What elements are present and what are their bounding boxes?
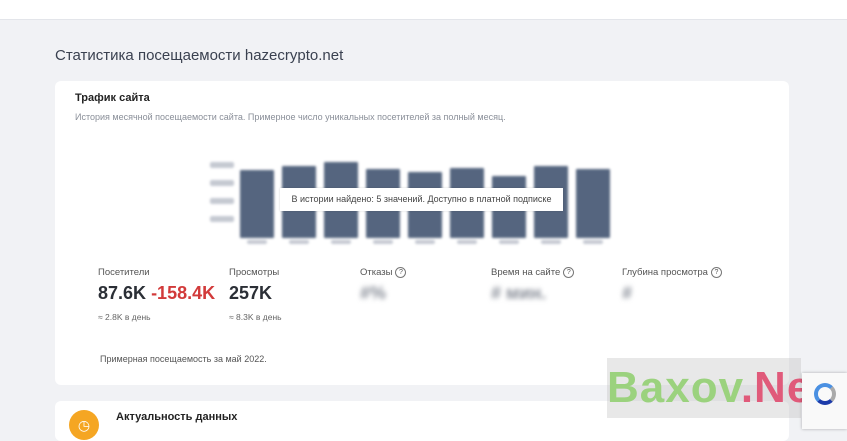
metric-visitors: Посетители 87.6K -158.4K ≈ 2.8K в день — [98, 267, 215, 322]
x-tick — [541, 240, 561, 244]
y-tick — [210, 180, 234, 186]
y-tick — [210, 198, 234, 204]
recaptcha-icon — [814, 383, 836, 405]
chart-bar — [576, 169, 610, 238]
page-title: Статистика посещаемости hazecrypto.net — [55, 47, 344, 64]
card-description: История месячной посещаемости сайта. При… — [75, 112, 506, 122]
visitors-delta: -158.4K — [151, 283, 216, 303]
y-tick — [210, 216, 234, 222]
top-bar — [0, 0, 847, 20]
metric-bounce: Отказы ? #% — [360, 267, 407, 304]
depth-value: # — [622, 283, 633, 303]
bounce-value: #% — [360, 283, 387, 303]
footnote: Примерная посещаемость за май 2022. — [100, 354, 267, 364]
x-tick — [373, 240, 393, 244]
metric-label: Глубина просмотра — [622, 267, 708, 278]
metric-views: Просмотры 257K ≈ 8.3K в день — [229, 267, 282, 322]
help-icon[interactable]: ? — [563, 267, 575, 278]
help-icon[interactable]: ? — [395, 267, 407, 278]
x-tick — [457, 240, 477, 244]
metric-value: 87.6K -158.4K — [98, 283, 215, 304]
paywall-tooltip: В истории найдено: 5 значений. Доступно … — [280, 188, 563, 211]
views-value: 257K — [229, 283, 273, 303]
clock-icon: ◷ — [69, 410, 99, 440]
card-title: Актуальность данных — [116, 411, 238, 423]
y-tick — [210, 162, 234, 168]
x-tick — [331, 240, 351, 244]
x-tick — [247, 240, 267, 244]
x-tick — [289, 240, 309, 244]
metric-depth: Глубина просмотра ? # — [622, 267, 722, 304]
x-tick — [415, 240, 435, 244]
metric-time: Время на сайте ? # мин. — [491, 267, 575, 304]
x-tick — [499, 240, 519, 244]
metric-label: Посетители — [98, 267, 150, 278]
metric-label: Просмотры — [229, 267, 280, 278]
metric-sub: ≈ 2.8K в день — [98, 312, 151, 322]
card-title: Трафик сайта — [75, 92, 150, 104]
traffic-card: Трафик сайта История месячной посещаемос… — [55, 81, 789, 385]
help-icon[interactable]: ? — [710, 267, 722, 278]
metric-sub: ≈ 8.3K в день — [229, 312, 282, 322]
watermark-text: Baxov — [607, 363, 741, 412]
visitors-value: 87.6K — [98, 283, 147, 303]
metric-label: Время на сайте — [491, 267, 561, 278]
chart-bar — [240, 170, 274, 238]
x-tick — [583, 240, 603, 244]
watermark: Baxov.Net — [607, 358, 827, 418]
recaptcha-badge[interactable] — [802, 373, 847, 429]
metric-label: Отказы — [360, 267, 393, 278]
time-value: # мин. — [491, 283, 547, 303]
